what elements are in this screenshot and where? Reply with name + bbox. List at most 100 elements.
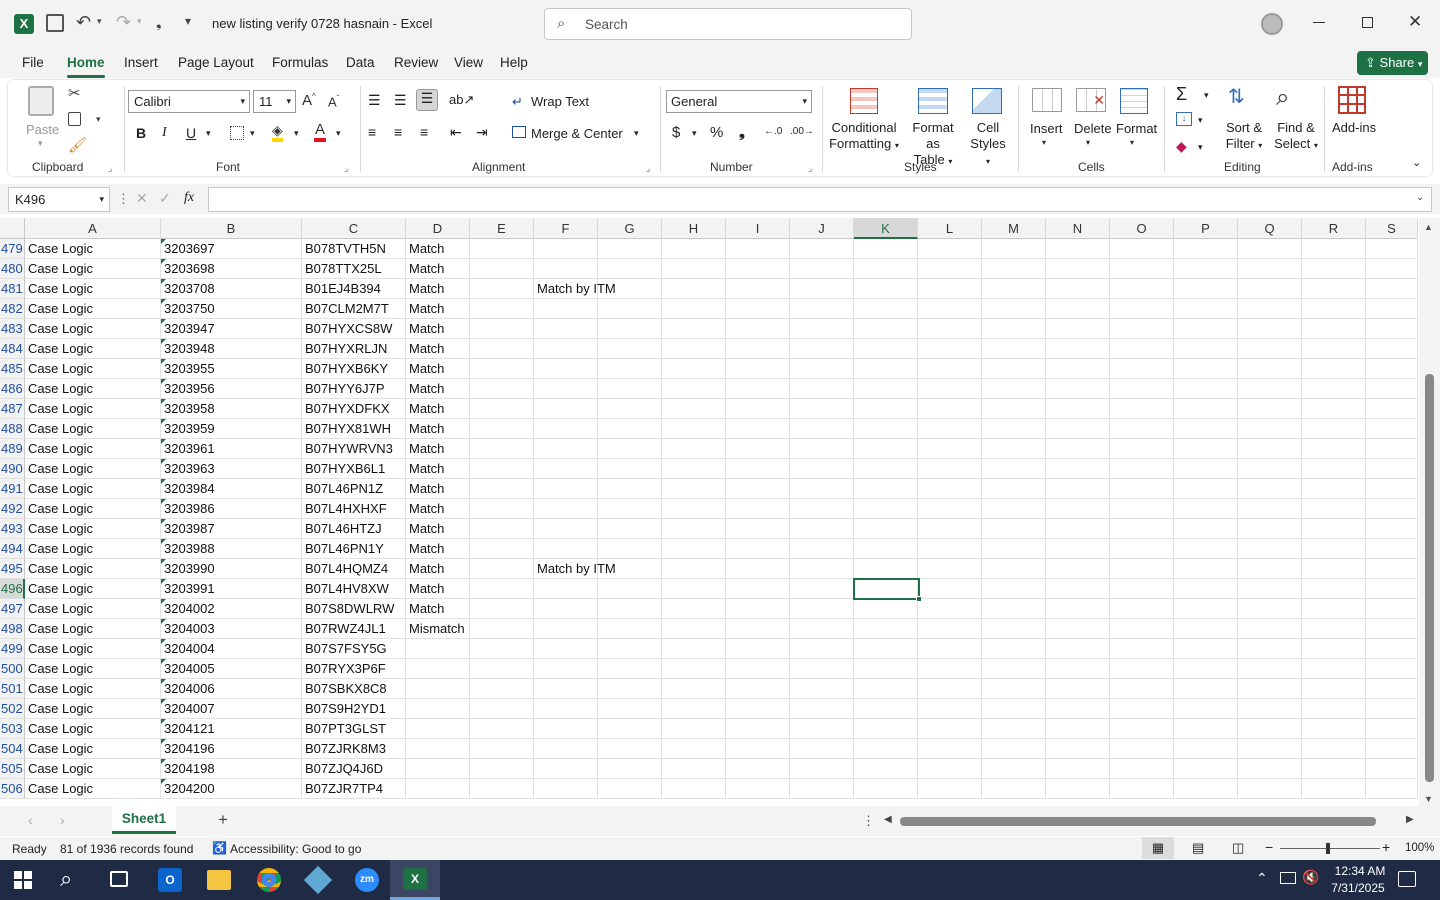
cell-m[interactable] bbox=[982, 499, 1046, 519]
cell-p[interactable] bbox=[1174, 399, 1238, 419]
cell-h[interactable] bbox=[662, 339, 726, 359]
cell-a[interactable]: Case Logic bbox=[25, 399, 161, 419]
column-header-g[interactable]: G bbox=[598, 218, 662, 239]
cell-g[interactable] bbox=[598, 559, 662, 579]
cell-f[interactable] bbox=[534, 699, 598, 719]
column-header-m[interactable]: M bbox=[982, 218, 1046, 239]
merge-center-button[interactable]: Merge & Center bbox=[531, 126, 623, 142]
alignment-launcher-icon[interactable]: ⌟ bbox=[646, 163, 650, 174]
cell-g[interactable] bbox=[598, 379, 662, 399]
windows-start-icon[interactable] bbox=[14, 871, 32, 889]
copy-icon[interactable] bbox=[68, 112, 81, 126]
cell-s[interactable] bbox=[1366, 779, 1418, 799]
tab-formulas[interactable]: Formulas bbox=[272, 55, 328, 70]
cell-j[interactable] bbox=[790, 579, 854, 599]
cell-j[interactable] bbox=[790, 239, 854, 259]
cell-e[interactable] bbox=[470, 599, 534, 619]
cell-a[interactable]: Case Logic bbox=[25, 559, 161, 579]
active-cell-selection[interactable] bbox=[853, 578, 920, 600]
cell-j[interactable] bbox=[790, 779, 854, 799]
cell-d[interactable]: Match bbox=[406, 319, 470, 339]
cell-c[interactable]: B07ZJR7TP4 bbox=[302, 779, 406, 799]
clear-dropdown-icon[interactable]: ▾ bbox=[1198, 142, 1203, 153]
cell-k[interactable] bbox=[854, 659, 918, 679]
show-hidden-icons[interactable]: ⌃ bbox=[1256, 870, 1268, 887]
cell-m[interactable] bbox=[982, 319, 1046, 339]
cell-i[interactable] bbox=[726, 419, 790, 439]
cell-d[interactable]: Match bbox=[406, 339, 470, 359]
select-all-corner[interactable] bbox=[0, 218, 25, 239]
cell-s[interactable] bbox=[1366, 599, 1418, 619]
cell-e[interactable] bbox=[470, 459, 534, 479]
cell-o[interactable] bbox=[1110, 659, 1174, 679]
more-options-icon[interactable]: ⋮ bbox=[117, 191, 130, 207]
cell-n[interactable] bbox=[1046, 779, 1110, 799]
cell-e[interactable] bbox=[470, 519, 534, 539]
cell-l[interactable] bbox=[918, 659, 982, 679]
underline-dropdown-icon[interactable]: ▾ bbox=[206, 128, 211, 139]
cell-c[interactable]: B07RWZ4JL1 bbox=[302, 619, 406, 639]
cell-s[interactable] bbox=[1366, 519, 1418, 539]
cell-g[interactable] bbox=[598, 279, 662, 299]
cell-b[interactable]: 3203708 bbox=[161, 279, 302, 299]
cell-h[interactable] bbox=[662, 739, 726, 759]
cell-k[interactable] bbox=[854, 519, 918, 539]
redo-dropdown-icon[interactable]: ▾ bbox=[137, 16, 142, 27]
cell-g[interactable] bbox=[598, 579, 662, 599]
cell-s[interactable] bbox=[1366, 579, 1418, 599]
cell-r[interactable] bbox=[1302, 439, 1366, 459]
cell-b[interactable]: 3203990 bbox=[161, 559, 302, 579]
row-header[interactable]: 480 bbox=[0, 259, 25, 279]
row-header[interactable]: 479 bbox=[0, 239, 25, 259]
cell-i[interactable] bbox=[726, 399, 790, 419]
prev-sheet-icon[interactable]: ‹ bbox=[28, 812, 33, 828]
cell-s[interactable] bbox=[1366, 539, 1418, 559]
cell-l[interactable] bbox=[918, 319, 982, 339]
cell-d[interactable] bbox=[406, 699, 470, 719]
cell-f[interactable] bbox=[534, 719, 598, 739]
cell-g[interactable] bbox=[598, 339, 662, 359]
cell-m[interactable] bbox=[982, 739, 1046, 759]
cell-i[interactable] bbox=[726, 619, 790, 639]
add-ins-button[interactable]: Add-ins bbox=[1332, 120, 1376, 136]
cell-m[interactable] bbox=[982, 559, 1046, 579]
cell-r[interactable] bbox=[1302, 479, 1366, 499]
cell-e[interactable] bbox=[470, 299, 534, 319]
cell-g[interactable] bbox=[598, 479, 662, 499]
cell-h[interactable] bbox=[662, 399, 726, 419]
cell-r[interactable] bbox=[1302, 619, 1366, 639]
row-header[interactable]: 500 bbox=[0, 659, 25, 679]
cell-j[interactable] bbox=[790, 659, 854, 679]
row-header[interactable]: 493 bbox=[0, 519, 25, 539]
cell-e[interactable] bbox=[470, 239, 534, 259]
taskbar-date[interactable]: 7/31/2025 bbox=[1326, 881, 1390, 895]
row-header[interactable]: 487 bbox=[0, 399, 25, 419]
cell-n[interactable] bbox=[1046, 659, 1110, 679]
cell-j[interactable] bbox=[790, 299, 854, 319]
cell-c[interactable]: B01EJ4B394 bbox=[302, 279, 406, 299]
cell-p[interactable] bbox=[1174, 279, 1238, 299]
search-icon[interactable]: ⌕ bbox=[60, 866, 72, 892]
name-box[interactable]: K496 ▾ bbox=[8, 187, 110, 212]
cell-f[interactable] bbox=[534, 399, 598, 419]
cell-s[interactable] bbox=[1366, 499, 1418, 519]
cell-o[interactable] bbox=[1110, 639, 1174, 659]
cell-j[interactable] bbox=[790, 699, 854, 719]
cell-d[interactable]: Match bbox=[406, 259, 470, 279]
italic-icon[interactable]: I bbox=[162, 125, 167, 141]
cell-e[interactable] bbox=[470, 339, 534, 359]
cell-h[interactable] bbox=[662, 239, 726, 259]
cell-c[interactable]: B07HYWRVN3 bbox=[302, 439, 406, 459]
cell-g[interactable] bbox=[598, 699, 662, 719]
expand-formula-bar-icon[interactable]: ⌄ bbox=[1416, 192, 1424, 203]
scroll-left-icon[interactable]: ◀ bbox=[884, 814, 892, 825]
cell-i[interactable] bbox=[726, 779, 790, 799]
cell-a[interactable]: Case Logic bbox=[25, 239, 161, 259]
cell-p[interactable] bbox=[1174, 379, 1238, 399]
cell-c[interactable]: B07L46PN1Z bbox=[302, 479, 406, 499]
cell-f[interactable] bbox=[534, 759, 598, 779]
cell-e[interactable] bbox=[470, 279, 534, 299]
cell-g[interactable] bbox=[598, 259, 662, 279]
cell-m[interactable] bbox=[982, 299, 1046, 319]
share-button[interactable]: ⇪ Share ▾ bbox=[1357, 51, 1428, 75]
